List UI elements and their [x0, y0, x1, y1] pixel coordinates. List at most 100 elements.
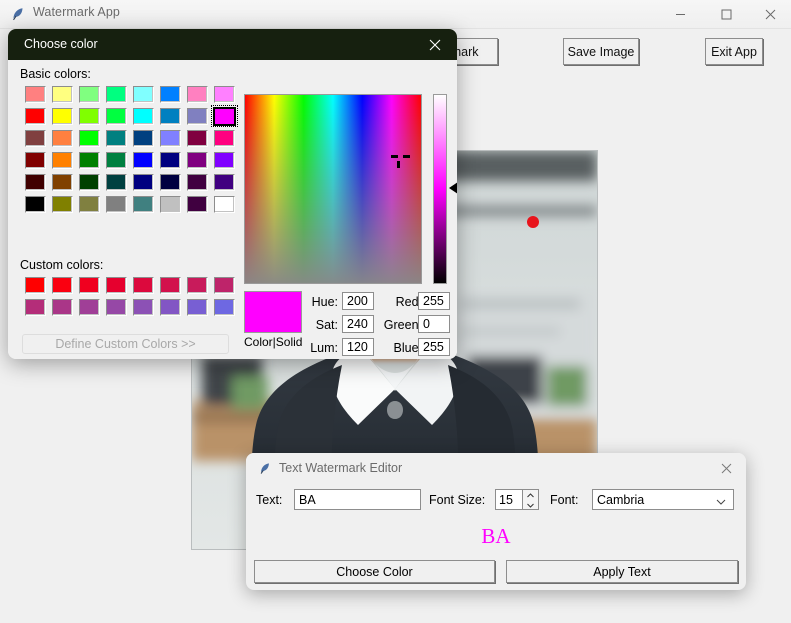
- color-swatch[interactable]: [103, 127, 130, 149]
- color-swatch[interactable]: [22, 296, 49, 318]
- color-swatch[interactable]: [22, 127, 49, 149]
- color-swatch[interactable]: [22, 274, 49, 296]
- color-swatch[interactable]: [130, 149, 157, 171]
- color-swatch[interactable]: [22, 105, 49, 127]
- color-swatch[interactable]: [157, 274, 184, 296]
- color-swatch[interactable]: [157, 105, 184, 127]
- font-size-stepper[interactable]: [522, 489, 539, 510]
- color-swatch[interactable]: [49, 149, 76, 171]
- color-swatch-fill: [52, 107, 73, 125]
- color-swatch[interactable]: [130, 127, 157, 149]
- color-swatch[interactable]: [184, 105, 211, 127]
- color-swatch[interactable]: [22, 83, 49, 105]
- close-icon[interactable]: [749, 0, 791, 28]
- watermark-position-marker[interactable]: [527, 216, 539, 228]
- color-swatch[interactable]: [130, 274, 157, 296]
- color-swatch-fill: [106, 85, 127, 103]
- color-swatch[interactable]: [211, 149, 238, 171]
- color-swatch[interactable]: [157, 149, 184, 171]
- green-input[interactable]: 0: [418, 315, 450, 333]
- color-swatch[interactable]: [184, 83, 211, 105]
- saturation-value-field[interactable]: [244, 94, 422, 284]
- color-swatch[interactable]: [211, 127, 238, 149]
- color-swatch[interactable]: [103, 296, 130, 318]
- color-swatch[interactable]: [130, 83, 157, 105]
- minimize-icon[interactable]: [657, 0, 703, 28]
- color-swatch[interactable]: [103, 193, 130, 215]
- color-swatch[interactable]: [76, 171, 103, 193]
- font-select[interactable]: Cambria: [592, 489, 734, 510]
- color-swatch[interactable]: [211, 193, 238, 215]
- color-swatch[interactable]: [49, 296, 76, 318]
- color-swatch[interactable]: [103, 105, 130, 127]
- luminance-slider-thumb[interactable]: [449, 182, 457, 194]
- color-swatch-fill: [160, 276, 181, 294]
- blue-input[interactable]: 255: [418, 338, 450, 356]
- color-swatch[interactable]: [22, 193, 49, 215]
- close-icon[interactable]: [412, 29, 457, 60]
- color-swatch[interactable]: [103, 149, 130, 171]
- color-swatch[interactable]: [103, 83, 130, 105]
- color-swatch[interactable]: [49, 127, 76, 149]
- color-swatch[interactable]: [76, 127, 103, 149]
- color-swatch-fill: [187, 298, 208, 316]
- color-swatch[interactable]: [184, 171, 211, 193]
- color-swatch[interactable]: [49, 193, 76, 215]
- app-title: Watermark App: [33, 5, 120, 19]
- color-swatch[interactable]: [49, 274, 76, 296]
- exit-app-button[interactable]: Exit App: [705, 38, 763, 65]
- color-swatch[interactable]: [211, 171, 238, 193]
- color-swatch[interactable]: [157, 83, 184, 105]
- close-icon[interactable]: [706, 453, 746, 483]
- save-image-button[interactable]: Save Image: [563, 38, 639, 65]
- color-swatch[interactable]: [157, 193, 184, 215]
- color-swatch-fill: [133, 151, 154, 169]
- color-swatch[interactable]: [76, 274, 103, 296]
- color-swatch[interactable]: [130, 193, 157, 215]
- choose-color-button[interactable]: Choose Color: [254, 560, 495, 583]
- color-swatch-fill: [79, 107, 100, 125]
- color-swatch[interactable]: [103, 274, 130, 296]
- color-swatch[interactable]: [76, 149, 103, 171]
- chevron-down-icon[interactable]: [523, 500, 538, 510]
- lum-input[interactable]: 120: [342, 338, 374, 356]
- color-swatch[interactable]: [184, 296, 211, 318]
- maximize-icon[interactable]: [703, 0, 749, 28]
- color-swatch-fill: [187, 173, 208, 191]
- custom-colors-grid[interactable]: [22, 274, 238, 318]
- color-swatch[interactable]: [22, 149, 49, 171]
- color-swatch[interactable]: [211, 296, 238, 318]
- color-swatch[interactable]: [211, 105, 238, 127]
- basic-colors-grid[interactable]: [22, 83, 238, 215]
- chevron-up-icon[interactable]: [523, 490, 538, 500]
- color-swatch[interactable]: [103, 171, 130, 193]
- color-swatch[interactable]: [130, 105, 157, 127]
- color-swatch[interactable]: [157, 171, 184, 193]
- color-swatch[interactable]: [184, 149, 211, 171]
- color-swatch[interactable]: [157, 296, 184, 318]
- watermark-text-input[interactable]: BA: [294, 489, 421, 510]
- color-swatch[interactable]: [22, 171, 49, 193]
- color-swatch[interactable]: [76, 83, 103, 105]
- sat-input[interactable]: 240: [342, 315, 374, 333]
- color-swatch[interactable]: [76, 296, 103, 318]
- red-input[interactable]: 255: [418, 292, 450, 310]
- color-swatch[interactable]: [76, 193, 103, 215]
- color-swatch[interactable]: [130, 171, 157, 193]
- color-swatch[interactable]: [211, 83, 238, 105]
- color-swatch[interactable]: [184, 127, 211, 149]
- color-swatch[interactable]: [184, 193, 211, 215]
- color-swatch[interactable]: [184, 274, 211, 296]
- color-swatch[interactable]: [49, 171, 76, 193]
- color-swatch[interactable]: [49, 83, 76, 105]
- apply-text-button[interactable]: Apply Text: [506, 560, 738, 583]
- color-swatch[interactable]: [157, 127, 184, 149]
- color-swatch-fill: [133, 129, 154, 147]
- color-swatch[interactable]: [211, 274, 238, 296]
- hue-input[interactable]: 200: [342, 292, 374, 310]
- color-swatch[interactable]: [49, 105, 76, 127]
- color-swatch[interactable]: [130, 296, 157, 318]
- font-size-input[interactable]: 15: [495, 489, 522, 510]
- color-swatch[interactable]: [76, 105, 103, 127]
- luminance-slider[interactable]: [433, 94, 447, 284]
